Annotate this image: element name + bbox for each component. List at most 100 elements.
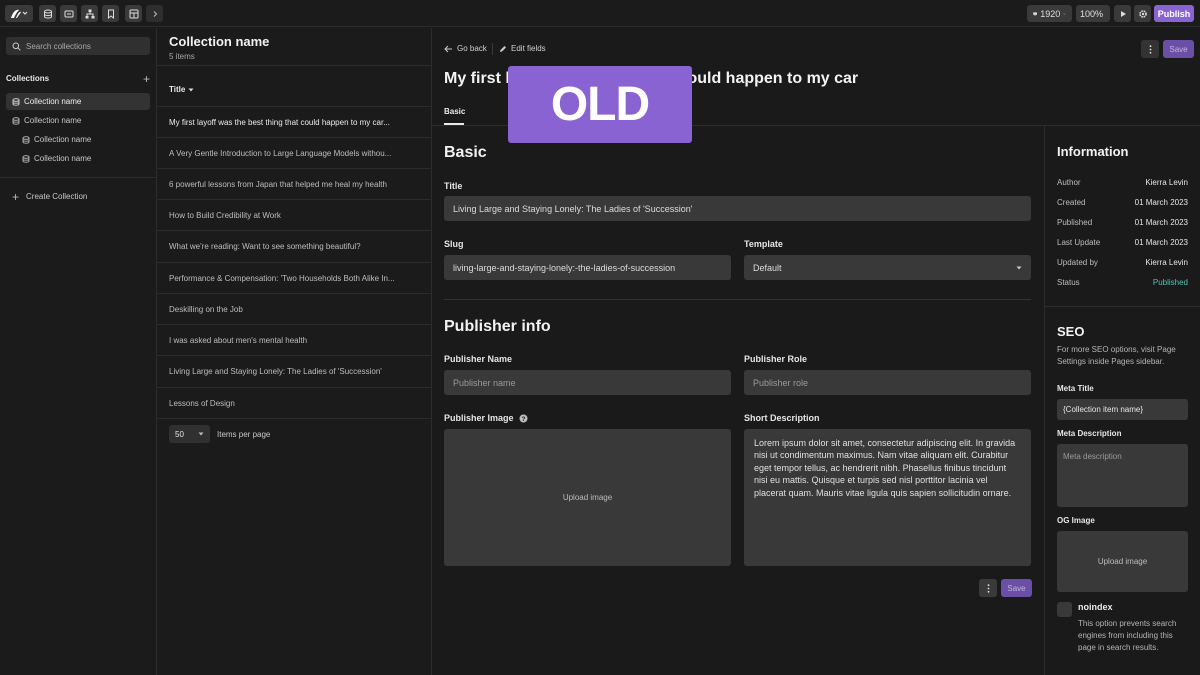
publisher-role-label: Publisher Role <box>744 354 808 364</box>
table-row[interactable]: Performance & Compensation: 'Two Househo… <box>157 262 431 293</box>
play-icon <box>1120 10 1126 17</box>
item-title-start: My first l <box>444 70 510 87</box>
edit-fields-label: Edit fields <box>511 44 546 53</box>
info-value: 01 March 2023 <box>1134 198 1188 207</box>
seo-heading: SEO <box>1057 324 1085 339</box>
collections-header: Collections + <box>6 73 150 85</box>
add-collection-icon[interactable]: + <box>143 73 150 85</box>
collection-title: Collection name <box>169 34 270 49</box>
sitemap-button[interactable] <box>81 5 98 22</box>
table-row[interactable]: Living Large and Staying Lonely: The Lad… <box>157 355 431 386</box>
more-options-button[interactable] <box>1141 40 1159 58</box>
plus-icon: + <box>12 189 20 204</box>
bookmark-icon <box>107 9 114 19</box>
meta-description-field[interactable]: Meta description <box>1057 444 1188 507</box>
app-logo-menu[interactable] <box>5 5 33 22</box>
title-field[interactable]: Living Large and Staying Lonely: The Lad… <box>444 196 1031 221</box>
meta-title-field[interactable]: {Collection item name} <box>1057 399 1188 420</box>
short-description-field[interactable]: Lorem ipsum dolor sit amet, consectetur … <box>744 429 1031 566</box>
save-button-bottom[interactable]: Save <box>1001 579 1032 597</box>
slug-field[interactable]: living-large-and-staying-lonely:-the-lad… <box>444 255 731 280</box>
collection-item[interactable]: Collection name <box>6 150 150 167</box>
table-row[interactable]: 6 powerful lessons from Japan that helpe… <box>157 168 431 199</box>
settings-button[interactable] <box>1134 5 1151 22</box>
arrow-left-icon <box>444 45 452 52</box>
publisher-role-field[interactable]: Publisher role <box>744 370 1031 395</box>
database-icon <box>22 154 30 163</box>
info-value: 01 March 2023 <box>1134 238 1188 247</box>
kebab-menu-icon <box>1149 44 1151 54</box>
info-row-status: Status Published <box>1057 278 1188 287</box>
search-input[interactable] <box>26 41 136 51</box>
caret-down-icon <box>1016 266 1022 269</box>
info-value: Kierra Levin <box>1145 178 1188 187</box>
collection-item-label: Collection name <box>24 97 82 106</box>
help-icon[interactable]: ? <box>519 414 528 423</box>
top-toolbar: 1920 100% Publish <box>0 0 1200 27</box>
kebab-menu-icon <box>987 583 989 593</box>
noindex-checkbox[interactable] <box>1057 602 1072 617</box>
info-key: Author <box>1057 178 1081 187</box>
info-value: 01 March 2023 <box>1134 218 1188 227</box>
go-back-button[interactable]: Go back <box>444 44 487 53</box>
info-key: Created <box>1057 198 1086 207</box>
gear-icon <box>1138 9 1147 18</box>
layout-button[interactable] <box>125 5 142 22</box>
forms-button[interactable] <box>60 5 77 22</box>
database-icon <box>12 97 20 106</box>
pages-button[interactable] <box>102 5 119 22</box>
publisher-image-upload[interactable]: Upload image <box>444 429 731 566</box>
publisher-name-field[interactable]: Publisher name <box>444 370 731 395</box>
information-heading: Information <box>1057 144 1129 159</box>
info-row-created: Created 01 March 2023 <box>1057 198 1188 207</box>
table-row[interactable]: Deskilling on the Job <box>157 293 431 324</box>
search-box[interactable] <box>6 37 150 55</box>
item-count: 5 items <box>169 52 195 61</box>
collection-item[interactable]: Collection name <box>6 131 150 148</box>
table-row[interactable]: Lessons of Design <box>157 387 431 418</box>
sitemap-icon <box>85 9 94 18</box>
per-page-select[interactable]: 50 <box>169 425 210 443</box>
layout-icon <box>129 9 138 18</box>
table-row[interactable]: How to Build Credibility at Work <box>157 199 431 230</box>
preview-button[interactable] <box>1114 5 1131 22</box>
collection-item[interactable]: Collection name <box>6 93 150 110</box>
title-label: Title <box>444 181 463 191</box>
list-divider <box>157 65 431 66</box>
save-button[interactable]: Save <box>1163 40 1194 58</box>
info-divider <box>1045 306 1200 307</box>
template-select[interactable]: Default <box>744 255 1031 280</box>
zoom-select[interactable]: 100% <box>1076 5 1110 22</box>
monitor-icon <box>1033 11 1037 16</box>
viewport-value: 1920 <box>1040 8 1061 19</box>
og-image-label: OG Image <box>1057 516 1095 525</box>
title-column-header[interactable]: Title <box>169 85 194 94</box>
pencil-icon <box>500 45 506 52</box>
edit-fields-button[interactable]: Edit fields <box>499 44 546 53</box>
collection-item[interactable]: Collection name <box>6 112 150 129</box>
logo-icon <box>11 9 28 18</box>
table-row[interactable]: A Very Gentle Introduction to Large Lang… <box>157 137 431 168</box>
search-icon <box>12 42 21 51</box>
table-row[interactable]: My first layoff was the best thing that … <box>157 106 431 137</box>
info-row-updated-by: Updated by Kierra Levin <box>1057 258 1188 267</box>
template-value: Default <box>753 262 782 273</box>
more-options-button-bottom[interactable] <box>979 579 997 597</box>
column-header-label: Title <box>169 85 186 94</box>
viewport-select[interactable]: 1920 <box>1027 5 1072 22</box>
zoom-value: 100% <box>1079 8 1104 19</box>
per-page-value: 50 <box>175 429 184 439</box>
table-row[interactable]: What we're reading: Want to see somethin… <box>157 230 431 261</box>
go-back-label: Go back <box>457 44 487 53</box>
expand-button[interactable] <box>146 5 163 22</box>
publish-button[interactable]: Publish <box>1154 5 1194 22</box>
info-key: Last Update <box>1057 238 1101 247</box>
table-row[interactable]: I was asked about men's mental health <box>157 324 431 355</box>
create-collection-button[interactable]: + Create Collection <box>12 189 87 204</box>
og-image-upload[interactable]: Upload image <box>1057 531 1188 592</box>
tab-basic[interactable]: Basic <box>444 107 465 116</box>
collection-item-label: Collection name <box>24 116 82 125</box>
form-icon <box>64 10 73 17</box>
database-button[interactable] <box>39 5 56 22</box>
item-editor: Go back Edit fields Save My first l that … <box>432 28 1200 675</box>
